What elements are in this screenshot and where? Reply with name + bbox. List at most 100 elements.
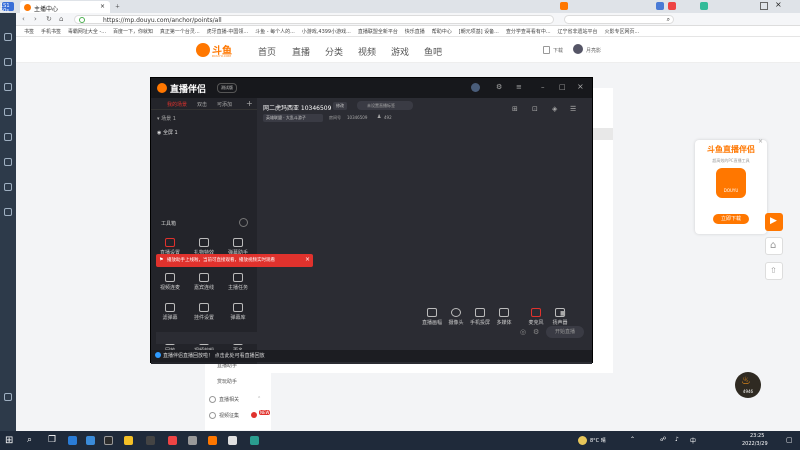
bookmark-item[interactable]: 斗鱼 - 每个人的... bbox=[255, 28, 295, 35]
source-item[interactable]: ◉ 全屏 1 bbox=[157, 129, 178, 136]
search-input[interactable]: ⌕ bbox=[564, 15, 674, 24]
tool-guest-link[interactable]: 嘉宾连线 bbox=[189, 273, 219, 291]
home-icon[interactable]: ⌂ bbox=[59, 15, 63, 23]
clock-time[interactable]: 23:25 bbox=[750, 433, 764, 439]
app-settings-icon[interactable]: ⚙ bbox=[496, 83, 502, 91]
user-name[interactable]: 月亮影 bbox=[586, 47, 601, 54]
menu-item[interactable]: 视频征集 bbox=[219, 412, 239, 419]
nav-game[interactable]: 游戏 bbox=[391, 45, 409, 58]
tab-my-scenes[interactable]: 我的场景 bbox=[167, 101, 187, 108]
bookmark-item[interactable]: 快乐直播 bbox=[405, 28, 425, 35]
fire-widget[interactable]: ♨ 4946 bbox=[735, 372, 761, 398]
tool-library[interactable]: 弹幕库 bbox=[223, 303, 253, 321]
btn-camera[interactable]: 摄像头 bbox=[443, 308, 469, 326]
tab-double[interactable]: 双击 bbox=[197, 101, 207, 108]
ext-icon[interactable] bbox=[668, 2, 676, 10]
tab-active[interactable]: 主播中心 × bbox=[20, 1, 110, 13]
forward-icon[interactable]: › bbox=[34, 15, 37, 23]
app-close-icon[interactable]: × bbox=[577, 82, 584, 91]
toolbox-settings-icon[interactable] bbox=[239, 218, 248, 227]
url-field[interactable]: https://mp.douyu.com/anchor/points/all bbox=[74, 15, 554, 24]
tool-tasks[interactable]: 主播任务 bbox=[223, 273, 253, 291]
notice-banner[interactable]: ⚑ 播放助手上线啦，当前可直接观看，播放视频实时观看 × bbox=[156, 254, 313, 267]
close-icon[interactable]: × bbox=[100, 3, 105, 10]
record-icon[interactable]: ■ bbox=[560, 310, 566, 317]
bookmark-item[interactable]: 辽宁省非遗站平台 bbox=[558, 28, 598, 35]
app-menu-icon[interactable]: ≡ bbox=[516, 83, 522, 91]
maximize-icon[interactable]: □ bbox=[559, 83, 566, 91]
scene-item[interactable]: ▾ 场景 1 bbox=[157, 115, 176, 122]
menu-item[interactable]: 赏玩助手 bbox=[217, 378, 237, 385]
btn-phone-cast[interactable]: 手机投屏 bbox=[467, 308, 493, 326]
minimize-icon[interactable]: – bbox=[541, 83, 545, 91]
browser-app-icon[interactable] bbox=[250, 436, 259, 445]
sidebar-star-icon[interactable] bbox=[4, 33, 12, 41]
sidebar-settings-icon[interactable] bbox=[4, 393, 12, 401]
bookmark-item[interactable]: 查分学查哥看有中... bbox=[506, 28, 551, 35]
notice-close-icon[interactable]: × bbox=[305, 256, 310, 263]
top-rail-button[interactable]: ⇧ bbox=[765, 262, 783, 280]
app-icon[interactable] bbox=[146, 436, 155, 445]
network-icon[interactable]: ☍ bbox=[660, 436, 666, 443]
nav-video[interactable]: 视频 bbox=[358, 45, 376, 58]
store-icon[interactable] bbox=[86, 436, 95, 445]
bookmark-item[interactable]: 真正第一个台灵... bbox=[160, 28, 200, 35]
toolbar-icon-2[interactable]: ⊡ bbox=[532, 105, 538, 113]
toolbar-icon-1[interactable]: ⊞ bbox=[512, 105, 518, 113]
ext-icon[interactable] bbox=[656, 2, 664, 10]
douyu-logo[interactable]: 斗鱼 DOUYU.COM bbox=[196, 41, 246, 59]
explorer-icon[interactable] bbox=[124, 436, 133, 445]
weather-text[interactable]: 8°C 晴 bbox=[590, 437, 606, 444]
bookmark-item[interactable]: 火影专区网页... bbox=[604, 28, 639, 35]
start-icon[interactable]: ⊞ bbox=[5, 435, 13, 446]
menu-item[interactable]: 直播相关 bbox=[219, 396, 239, 403]
bookmark-item[interactable]: 手机书签 bbox=[41, 28, 61, 35]
play-rail-button[interactable]: ▶ bbox=[765, 213, 783, 231]
sidebar-bookmark-icon[interactable] bbox=[4, 58, 12, 66]
download-icon[interactable] bbox=[543, 46, 550, 54]
clock-date[interactable]: 2022/3/29 bbox=[742, 441, 768, 447]
edge-icon[interactable] bbox=[68, 436, 77, 445]
bookmark-item[interactable]: 百度一下，你就知 bbox=[113, 28, 153, 35]
volume-icon[interactable]: ♪ bbox=[675, 436, 679, 443]
bottom-tip-text[interactable]: 直播伴侣直播回放啦！ 点击此处可看直播回放 bbox=[163, 352, 265, 359]
maximize-icon[interactable] bbox=[760, 2, 768, 10]
edit-title-button[interactable]: 修改 bbox=[333, 102, 347, 110]
app-icon[interactable] bbox=[228, 436, 237, 445]
chevron-up-icon[interactable]: ⌃ bbox=[257, 396, 261, 402]
terminal-icon[interactable] bbox=[104, 436, 113, 445]
window-close-icon[interactable]: × bbox=[775, 0, 782, 9]
bookmark-item[interactable]: [朝元项基] 设备... bbox=[459, 28, 499, 35]
download-link[interactable]: 下载 bbox=[553, 47, 563, 54]
bookmark-item[interactable]: 帮助中心 bbox=[432, 28, 452, 35]
search-icon[interactable]: ⌕ bbox=[667, 16, 670, 24]
sidebar-history-icon[interactable] bbox=[4, 83, 12, 91]
avatar[interactable] bbox=[573, 44, 583, 54]
search-icon[interactable]: ⌕ bbox=[27, 435, 32, 445]
bookmark-item[interactable]: 小游戏,4399小游戏... bbox=[302, 28, 351, 35]
tool-widget[interactable]: 挂件设置 bbox=[189, 303, 219, 321]
sidebar-download-icon[interactable] bbox=[4, 108, 12, 116]
bookmark-item[interactable]: 毒霸网址大全 -... bbox=[68, 28, 106, 35]
btn-media[interactable]: 多媒体 bbox=[491, 308, 517, 326]
stream-tag-field[interactable]: 未设置直播标签 bbox=[357, 101, 413, 110]
notification-icon[interactable]: ▢ bbox=[786, 436, 793, 444]
douyu-app-icon[interactable] bbox=[208, 436, 217, 445]
ime-text[interactable]: 中 bbox=[690, 436, 696, 445]
sidebar-shop-icon[interactable] bbox=[4, 158, 12, 166]
nav-fishbar[interactable]: 鱼吧 bbox=[424, 45, 442, 58]
btn-live-frame[interactable]: 直播画幅 bbox=[419, 308, 445, 326]
ad-close-icon[interactable]: × bbox=[758, 138, 763, 145]
app-record-icon[interactable]: ◎ bbox=[520, 328, 526, 336]
start-live-button[interactable]: 开始直播 bbox=[546, 326, 584, 338]
tab-addable[interactable]: 可添加 bbox=[217, 101, 232, 108]
category-tag[interactable]: 英雄联盟 · 大乱斗游子 bbox=[263, 114, 323, 122]
sidebar-game-icon[interactable] bbox=[4, 133, 12, 141]
task-view-icon[interactable]: ❐ bbox=[48, 435, 56, 445]
back-icon[interactable]: ‹ bbox=[22, 15, 25, 23]
nav-category[interactable]: 分类 bbox=[325, 45, 343, 58]
toolbar-icon-4[interactable]: ☰ bbox=[570, 105, 576, 113]
home-rail-button[interactable]: ⌂ bbox=[765, 237, 783, 255]
nav-home[interactable]: 首页 bbox=[258, 45, 276, 58]
ad-download-button[interactable]: 立即下载 bbox=[713, 214, 749, 224]
